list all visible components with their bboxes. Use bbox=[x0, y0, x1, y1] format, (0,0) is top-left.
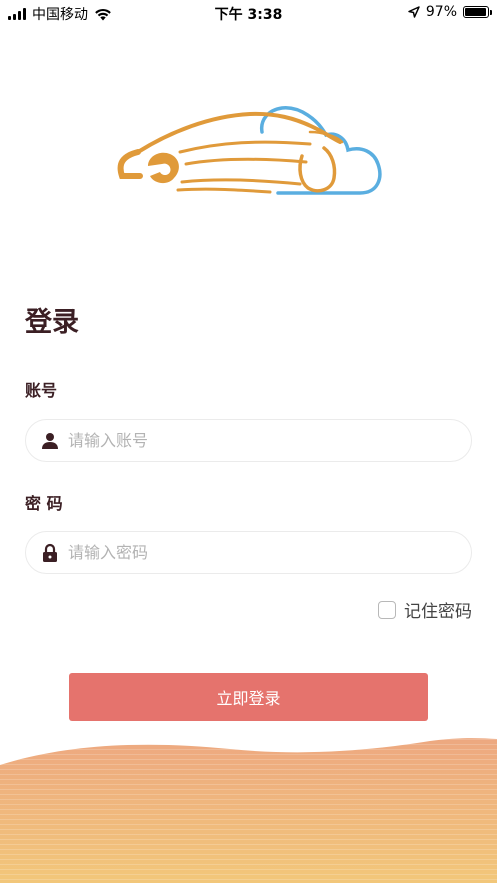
car-front bbox=[117, 149, 143, 179]
car-line-2 bbox=[184, 157, 308, 166]
cloud-shape bbox=[259, 106, 382, 195]
wrench-wheel bbox=[148, 152, 179, 184]
password-label: 密 码 bbox=[25, 494, 63, 513]
account-label: 账号 bbox=[25, 381, 58, 400]
car-line-4 bbox=[176, 187, 272, 194]
car-line-3 bbox=[180, 178, 302, 186]
car-cloud-logo bbox=[117, 106, 382, 195]
account-input-wrapper[interactable] bbox=[25, 419, 472, 462]
battery-icon bbox=[463, 6, 492, 18]
decorative-wave bbox=[0, 738, 497, 883]
rear-wheel bbox=[298, 146, 337, 193]
user-icon bbox=[40, 431, 60, 451]
remember-label: 记住密码 bbox=[404, 602, 472, 622]
remember-password[interactable]: 记住密码 bbox=[378, 597, 472, 622]
account-input[interactable] bbox=[68, 420, 471, 461]
status-bar: 中国移动 下午 3:38 97% bbox=[0, 0, 497, 26]
location-arrow-icon bbox=[408, 6, 420, 18]
password-input[interactable] bbox=[68, 532, 471, 573]
remember-checkbox[interactable] bbox=[378, 600, 396, 619]
lock-icon bbox=[40, 543, 60, 563]
page-title: 登录 bbox=[25, 307, 79, 338]
battery-percent: 97% bbox=[425, 4, 457, 20]
password-input-wrapper[interactable] bbox=[25, 531, 472, 574]
login-button[interactable]: 立即登录 bbox=[69, 673, 428, 721]
status-right: 97% bbox=[408, 4, 492, 20]
battery-level bbox=[465, 8, 487, 16]
car-line-1 bbox=[178, 140, 312, 154]
